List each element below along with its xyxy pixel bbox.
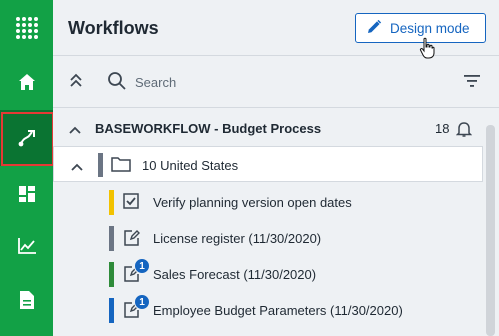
search-icon[interactable]: [107, 71, 127, 96]
rail-item-home[interactable]: [0, 54, 53, 110]
task-label: Sales Forecast (11/30/2020): [153, 267, 317, 282]
task-count: 18: [435, 121, 450, 136]
apps-grid-icon: [15, 16, 39, 40]
task-label: License register (11/30/2020): [153, 231, 322, 246]
workflow-route-icon: [17, 128, 37, 148]
task-label: Employee Budget Parameters (11/30/2020): [153, 303, 403, 318]
search-input[interactable]: Search: [135, 75, 176, 90]
collapse-all-icon[interactable]: [69, 72, 83, 95]
chevron-up-icon[interactable]: [69, 122, 81, 140]
task-row[interactable]: License register (11/30/2020): [53, 220, 483, 256]
design-mode-label: Design mode: [390, 20, 470, 36]
folder-icon: [111, 156, 131, 177]
document-icon: [19, 290, 35, 310]
left-nav-rail: [0, 0, 54, 336]
edit-document-icon: [123, 229, 141, 252]
chart-line-icon: [17, 237, 37, 255]
workflows-panel: Workflows Design mode Search BASEWORKFLO…: [53, 0, 499, 336]
status-bar: [109, 190, 114, 215]
search-toolbar: Search: [53, 58, 499, 108]
dashboard-icon: [18, 185, 36, 203]
home-icon: [18, 73, 36, 91]
rail-item-analytics[interactable]: [0, 218, 53, 274]
scrollbar[interactable]: [486, 125, 495, 336]
task-row[interactable]: 1 Employee Budget Parameters (11/30/2020…: [53, 292, 483, 328]
status-bar: [109, 298, 114, 323]
apps-grid-button[interactable]: [0, 0, 53, 56]
checkbox-checked-icon: [123, 193, 139, 214]
notification-badge: 1: [134, 258, 150, 274]
task-label: Verify planning version open dates: [153, 195, 352, 210]
filter-icon[interactable]: [463, 74, 481, 93]
panel-header: Workflows Design mode: [53, 0, 499, 59]
workflow-group-header[interactable]: BASEWORKFLOW - Budget Process 18: [53, 112, 499, 146]
task-row[interactable]: Verify planning version open dates: [53, 184, 483, 220]
workflow-group-title: BASEWORKFLOW - Budget Process: [95, 121, 322, 136]
status-bar: [109, 262, 114, 287]
bell-icon[interactable]: [455, 120, 473, 143]
folder-row[interactable]: 10 United States: [53, 146, 483, 182]
chevron-up-icon[interactable]: [71, 159, 83, 177]
status-bar: [98, 153, 103, 177]
notification-badge: 1: [134, 294, 150, 310]
rail-item-documents[interactable]: [0, 272, 53, 328]
pencil-icon: [366, 19, 382, 38]
rail-item-dashboards[interactable]: [0, 166, 53, 222]
status-bar: [109, 226, 114, 251]
folder-label: 10 United States: [142, 158, 239, 173]
page-title: Workflows: [68, 18, 159, 38]
rail-item-workflows[interactable]: [0, 110, 54, 166]
task-row[interactable]: 1 Sales Forecast (11/30/2020): [53, 256, 483, 292]
